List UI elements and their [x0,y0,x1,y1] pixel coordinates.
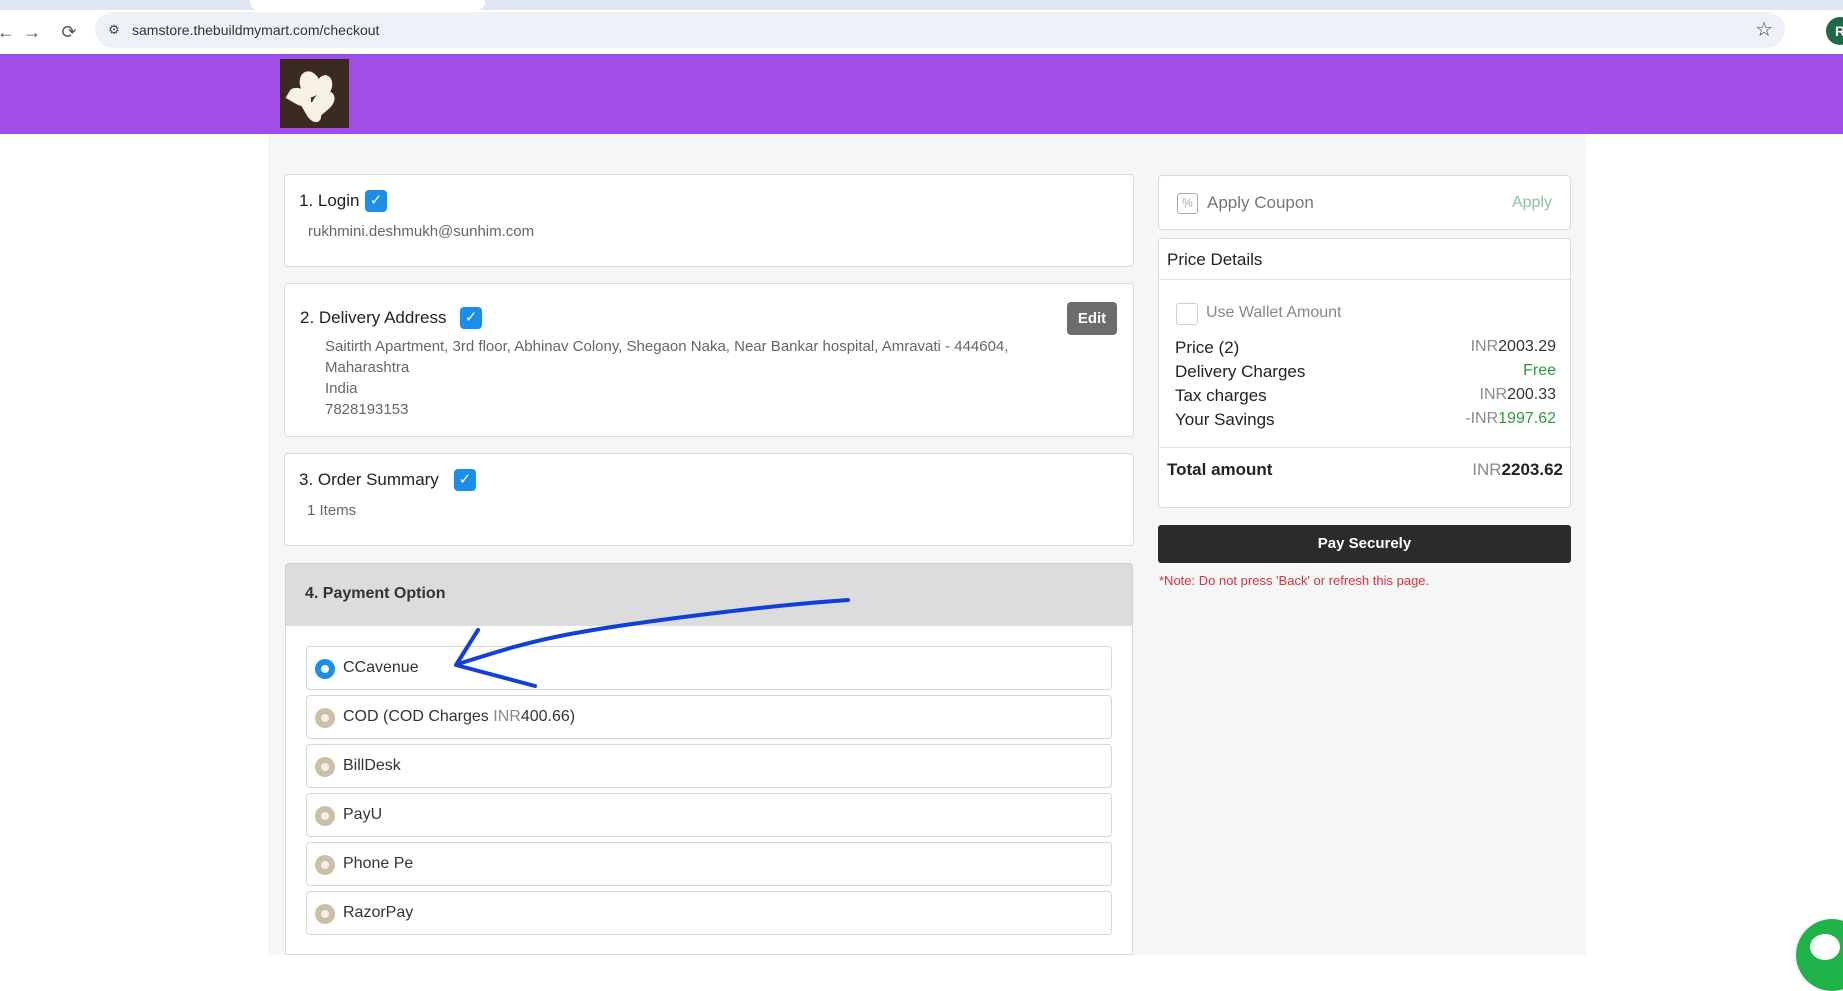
radio-unselected[interactable] [315,708,335,728]
price-details-card: Price Details Use Wallet Amount Price (2… [1158,238,1571,508]
savings-prefix: -INR [1465,410,1499,427]
payment-option-phonepe[interactable]: Phone Pe [306,842,1112,886]
order-item-count: 1 Items [307,502,357,519]
coupon-tag-icon: % [1177,193,1198,214]
login-card: 1. Login ✓ rukhmini.deshmukh@sunhim.com [284,174,1134,267]
payment-option-ccavenue[interactable]: CCavenue [306,646,1112,690]
forward-arrow-icon[interactable]: → [20,20,44,44]
total-currency: INR [1472,460,1502,479]
delivery-title: 2. Delivery Address [300,308,447,327]
total-amount-label: Total amount [1167,460,1273,479]
cod-label: COD (COD Charges [343,708,494,725]
divider [1159,279,1570,280]
coupon-label[interactable]: Apply Coupon [1207,193,1314,213]
url-text[interactable]: samstore.thebuildmymart.com/checkout [132,21,379,39]
check-icon: ✓ [454,469,476,491]
cod-suffix: ) [569,708,576,725]
address-bar[interactable]: ⚙ samstore.thebuildmymart.com/checkout ☆ [95,12,1785,48]
browser-toolbar: ← → ⟳ ⚙ samstore.thebuildmymart.com/chec… [0,10,1843,55]
total-amount: 2203.62 [1501,460,1563,479]
payment-option-payu[interactable]: PayU [306,793,1112,837]
cod-amount: 400.66 [520,708,570,725]
profile-avatar[interactable]: R [1826,17,1843,45]
apply-coupon-button[interactable]: Apply [1512,194,1552,212]
payment-option-title: 4. Payment Option [305,585,446,602]
price-value: INR2003.29 [1471,338,1556,356]
edit-address-button[interactable]: Edit [1067,302,1117,335]
payment-option-label: CCavenue [343,659,419,676]
savings-amount: 1997.62 [1498,410,1556,427]
payment-option-label: RazorPay [343,904,414,921]
address-line-1: Saitirth Apartment, 3rd floor, Abhinav C… [325,338,1009,355]
back-arrow-icon[interactable]: ← [0,20,18,44]
savings-value: -INR1997.62 [1465,410,1556,428]
price-details-title: Price Details [1167,250,1263,269]
login-email: rukhmini.deshmukh@sunhim.com [308,223,535,240]
flower-logo[interactable] [280,59,349,128]
radio-unselected[interactable] [315,757,335,777]
order-summary-card: 3. Order Summary ✓ 1 Items [284,453,1134,546]
site-header [0,54,1843,134]
price-label: Price (2) [1175,338,1240,357]
payment-option-header: 4. Payment Option [285,563,1133,626]
delivery-charges-label: Delivery Charges [1175,362,1306,381]
payment-option-billdesk[interactable]: BillDesk [306,744,1112,788]
tax-currency: INR [1479,386,1508,403]
site-settings-icon[interactable]: ⚙ [105,21,123,39]
payment-option-label: BillDesk [343,757,401,774]
price-currency: INR [1470,338,1499,355]
payment-option-label: COD (COD Charges INR400.66) [343,708,575,726]
payment-option-cod[interactable]: COD (COD Charges INR400.66) [306,695,1112,739]
total-amount-value: INR2203.62 [1472,460,1563,480]
price-amount: 2003.29 [1498,338,1556,355]
radio-unselected[interactable] [315,855,335,875]
address-line-2: Maharashtra [325,359,410,376]
chat-icon[interactable] [1796,919,1843,991]
radio-selected[interactable] [315,659,335,679]
tax-charges-label: Tax charges [1175,386,1267,405]
delivery-card: 2. Delivery Address ✓ Saitirth Apartment… [284,283,1134,437]
check-icon: ✓ [365,190,387,212]
delivery-charges-value: Free [1523,362,1556,379]
login-title: 1. Login [299,191,360,210]
wallet-checkbox[interactable] [1176,303,1198,325]
radio-unselected[interactable] [315,904,335,924]
payment-option-razorpay[interactable]: RazorPay [306,891,1112,935]
payment-option-label: Phone Pe [343,855,414,872]
warning-note: *Note: Do not press 'Back' or refresh th… [1159,573,1430,588]
star-icon[interactable]: ☆ [1755,19,1773,41]
divider [1159,447,1570,448]
tax-charges-value: INR200.33 [1480,386,1557,404]
wallet-label[interactable]: Use Wallet Amount [1206,304,1341,322]
check-icon: ✓ [460,307,482,329]
active-tab[interactable] [250,0,485,10]
address-phone: 7828193153 [325,401,409,418]
savings-label: Your Savings [1175,410,1275,429]
tax-amount: 200.33 [1507,386,1556,403]
payment-options-list: CCavenue COD (COD Charges INR400.66) Bil… [285,626,1133,955]
address-country: India [325,380,358,397]
order-summary-title: 3. Order Summary [299,470,439,489]
payment-option-label: PayU [343,806,383,823]
cod-currency: INR [493,708,521,725]
pay-securely-button[interactable]: Pay Securely [1158,525,1571,563]
tab-strip [0,0,1843,10]
radio-unselected[interactable] [315,806,335,826]
coupon-card: % Apply Coupon Apply [1158,175,1571,230]
reload-icon[interactable]: ⟳ [57,20,81,44]
